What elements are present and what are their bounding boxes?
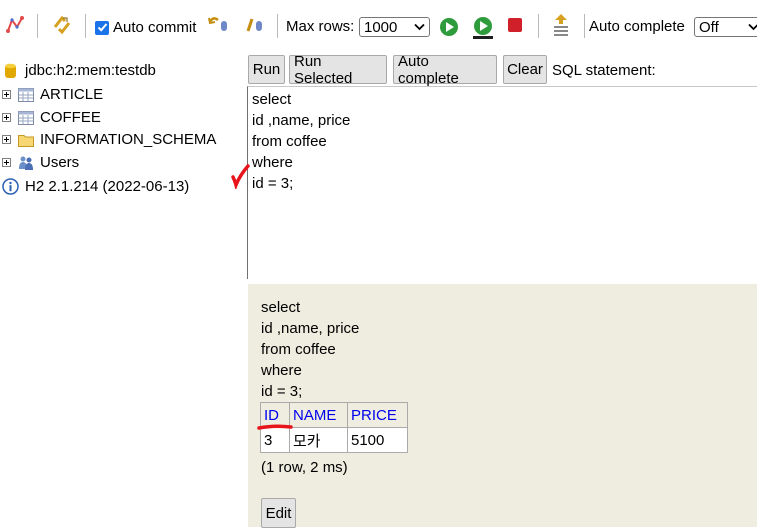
toolbar-separator bbox=[277, 14, 278, 38]
version-label: H2 2.1.214 (2022-06-13) bbox=[25, 178, 190, 195]
run-button[interactable]: Run bbox=[248, 55, 285, 84]
run-selected-icon[interactable] bbox=[471, 16, 495, 40]
users-icon bbox=[19, 156, 33, 170]
auto-commit-label: Auto commit bbox=[113, 19, 197, 36]
folder-icon bbox=[18, 134, 34, 147]
result-query-line: id ,name, price bbox=[261, 320, 360, 337]
max-rows-label: Max rows: bbox=[286, 18, 354, 35]
result-table: ID NAME PRICE 3 모카 5100 bbox=[260, 402, 408, 453]
tree-item-users[interactable]: Users bbox=[2, 154, 79, 171]
result-query-line: id = 3; bbox=[261, 383, 303, 400]
database-icon bbox=[5, 63, 16, 78]
editor-line: id ,name, price bbox=[252, 112, 351, 129]
editor-line: from coffee bbox=[252, 133, 327, 150]
result-query-line: from coffee bbox=[261, 341, 336, 358]
edit-button[interactable]: Edit bbox=[261, 498, 296, 528]
database-tree: jdbc:h2:mem:testdb ARTICLE COFFEE INFORM… bbox=[0, 54, 247, 527]
toolbar-separator bbox=[538, 14, 539, 38]
table-cell: 모카 bbox=[289, 427, 348, 453]
tree-item-label: INFORMATION_SCHEMA bbox=[40, 131, 217, 148]
tree-connection[interactable]: jdbc:h2:mem:testdb bbox=[4, 62, 156, 79]
column-header-name[interactable]: NAME bbox=[289, 402, 348, 428]
table-cell: 3 bbox=[260, 427, 290, 453]
table-cell: 5100 bbox=[347, 427, 408, 453]
editor-line: select bbox=[252, 91, 292, 108]
column-header-price[interactable]: PRICE bbox=[347, 402, 408, 428]
tree-item-coffee[interactable]: COFFEE bbox=[2, 109, 101, 126]
refresh-icon[interactable] bbox=[51, 14, 73, 36]
auto-complete-value: Off bbox=[699, 18, 719, 36]
chevron-down-icon bbox=[414, 23, 425, 31]
disconnect-icon[interactable] bbox=[5, 15, 25, 35]
auto-commit-toggle[interactable]: Auto commit bbox=[95, 19, 196, 36]
max-rows-select[interactable]: 1000 bbox=[359, 17, 430, 37]
table-header-row: ID NAME PRICE bbox=[260, 402, 408, 428]
clear-button[interactable]: Clear bbox=[503, 55, 547, 84]
history-icon[interactable] bbox=[551, 13, 571, 37]
editor-line: where bbox=[252, 154, 293, 171]
run-selected-button[interactable]: Run Selected bbox=[289, 53, 387, 87]
tree-item-article[interactable]: ARTICLE bbox=[2, 86, 103, 103]
result-query-line: select bbox=[261, 299, 301, 316]
toolbar-separator bbox=[85, 14, 86, 38]
expand-icon[interactable] bbox=[2, 158, 11, 167]
editor-line: id = 3; bbox=[252, 175, 294, 192]
sql-editor[interactable]: select id ,name, price from coffee where… bbox=[247, 86, 757, 279]
column-header-id[interactable]: ID bbox=[260, 402, 290, 428]
expand-icon[interactable] bbox=[2, 113, 11, 122]
result-panel: select id ,name, price from coffee where… bbox=[248, 284, 757, 528]
max-rows-value: 1000 bbox=[364, 18, 398, 36]
table-icon bbox=[18, 87, 34, 102]
auto-complete-text: Auto complete bbox=[589, 18, 685, 35]
tree-version: H2 2.1.214 (2022-06-13) bbox=[2, 178, 189, 195]
info-icon bbox=[2, 178, 19, 195]
table-icon bbox=[18, 110, 34, 125]
table-row: 3 모카 5100 bbox=[260, 427, 408, 453]
auto-complete-select[interactable]: Off bbox=[694, 17, 757, 37]
sql-statement-label: SQL statement: bbox=[552, 62, 656, 79]
auto-complete-label: Auto complete bbox=[589, 18, 685, 35]
tree-item-label: Users bbox=[40, 154, 80, 171]
tree-item-label: COFFEE bbox=[40, 109, 101, 126]
tree-item-information-schema[interactable]: INFORMATION_SCHEMA bbox=[2, 131, 216, 148]
chevron-down-icon bbox=[748, 23, 757, 31]
max-rows-text: Max rows: bbox=[286, 18, 355, 35]
auto-commit-checkbox[interactable] bbox=[95, 20, 109, 35]
toolbar-separator bbox=[584, 14, 585, 38]
toolbar: Auto commit Max rows: 1000 Auto complete… bbox=[0, 0, 757, 54]
result-query-line: where bbox=[261, 362, 302, 379]
run-icon[interactable] bbox=[439, 17, 459, 37]
toolbar-separator bbox=[37, 14, 38, 38]
expand-icon[interactable] bbox=[2, 135, 11, 144]
commit-icon[interactable] bbox=[245, 13, 267, 35]
rollback-icon[interactable] bbox=[207, 13, 231, 35]
connection-label: jdbc:h2:mem:testdb bbox=[25, 62, 156, 79]
tree-item-label: ARTICLE bbox=[40, 86, 104, 103]
auto-complete-button[interactable]: Auto complete bbox=[393, 53, 497, 87]
expand-icon[interactable] bbox=[2, 90, 11, 99]
stop-icon[interactable] bbox=[507, 17, 523, 33]
result-status: (1 row, 2 ms) bbox=[261, 459, 348, 476]
